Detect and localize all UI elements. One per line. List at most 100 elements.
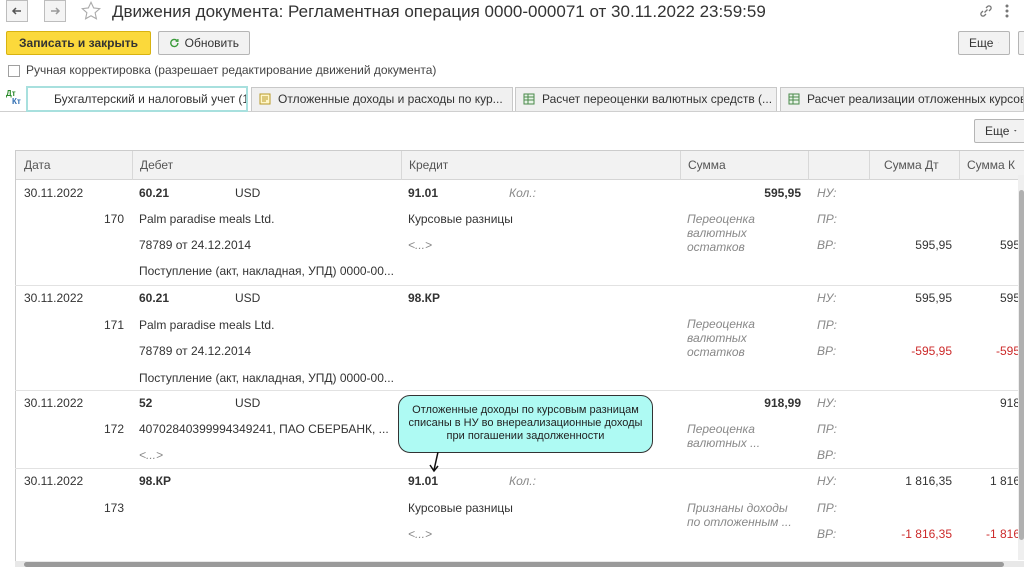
pr-label: ПР:	[817, 212, 837, 226]
debit-currency: USD	[235, 396, 261, 410]
favorite-star-button[interactable]	[80, 0, 104, 24]
vertical-scroll-thumb[interactable]	[1019, 190, 1024, 540]
row-content: Переоценка валютных остатков	[687, 317, 755, 359]
row-number: 173	[104, 501, 125, 515]
refresh-button[interactable]: Обновить	[158, 31, 250, 55]
credit-account: 91.01	[408, 474, 439, 488]
back-button[interactable]	[6, 0, 28, 22]
row-number: 172	[104, 422, 125, 436]
manual-correction-checkbox[interactable]	[8, 65, 20, 77]
credit-account: 91.01	[408, 186, 439, 200]
credit-subconto-1: Курсовые разницы	[408, 212, 513, 226]
callout-text: Отложенные доходы по курсовым разницам с…	[408, 404, 643, 442]
arrow-left-icon	[11, 7, 21, 15]
nu-label: НУ:	[817, 474, 837, 488]
debit-subconto-1: Palm paradise meals Ltd.	[139, 318, 275, 332]
row-divider	[15, 390, 1024, 391]
register-icon	[259, 93, 271, 105]
table-header: Дата Дебет Кредит Сумма Сумма Дт Сумма К	[16, 151, 1024, 180]
nu-label: НУ:	[817, 396, 837, 410]
tab-realization[interactable]: Расчет реализации отложенных курсов...	[780, 87, 1024, 111]
column-sum-kt[interactable]: Сумма К	[967, 151, 1015, 180]
table-more-label: Еще	[985, 124, 1010, 138]
credit-qty-label: Кол.:	[509, 474, 536, 488]
row-date: 30.11.2022	[24, 291, 84, 305]
arrow-right-icon	[51, 7, 61, 15]
horizontal-scroll-thumb[interactable]	[24, 562, 1004, 567]
star-icon	[81, 0, 101, 20]
debit-currency: USD	[235, 186, 261, 200]
row-content: Признаны доходы по отложенным ...	[687, 501, 792, 529]
tab-accounting-label: Бухгалтерский и налоговый учет (173)	[54, 92, 248, 106]
callout-pointer-icon	[429, 452, 439, 473]
credit-subconto-1: Курсовые разницы	[408, 501, 513, 515]
table-more-button[interactable]: Еще	[974, 119, 1024, 143]
row-divider	[15, 285, 1024, 286]
nu-sum-kt: 1 816	[990, 474, 1021, 488]
refresh-icon	[170, 38, 179, 48]
debit-account: 98.КР	[139, 474, 172, 488]
more-button[interactable]: Еще	[958, 31, 1010, 55]
row-number: 170	[104, 212, 125, 226]
dots-vertical-icon	[1005, 4, 1009, 18]
nu-label: НУ:	[817, 291, 837, 305]
debit-subconto-2: <...>	[139, 448, 164, 462]
tab-deferred-income-label: Отложенные доходы и расходы по кур...	[278, 92, 503, 106]
save-and-close-button[interactable]: Записать и закрыть	[6, 31, 151, 55]
credit-qty-label: Кол.:	[509, 186, 536, 200]
column-credit[interactable]: Кредит	[409, 151, 448, 180]
dt-kt-icon: Дт Кт	[6, 89, 21, 106]
credit-subconto-2: <...>	[408, 238, 433, 252]
row-divider	[15, 468, 1024, 469]
vr-sum-kt: -1 816	[986, 527, 1021, 541]
caret-down-icon	[1014, 130, 1017, 132]
column-sum-dt[interactable]: Сумма Дт	[884, 151, 939, 180]
table-icon	[788, 93, 800, 105]
row-date: 30.11.2022	[24, 186, 84, 200]
more-vertical-button[interactable]	[1004, 3, 1018, 21]
column-debit[interactable]: Дебет	[140, 151, 173, 180]
debit-subconto-1: Palm paradise meals Ltd.	[139, 212, 275, 226]
tab-revaluation-label: Расчет переоценки валютных средств (...	[542, 92, 773, 106]
debit-subconto-1: 40702840399994349241, ПАО СБЕРБАНК, ...	[139, 422, 389, 436]
vr-label: ВР:	[817, 448, 837, 462]
row-content: Переоценка валютных ...	[687, 422, 761, 450]
nu-sum-dt: 595,95	[915, 291, 952, 305]
debit-subconto-2: 78789 от 24.12.2014	[139, 238, 252, 252]
vr-sum-dt: -595,95	[911, 344, 952, 358]
debit-account: 60.21	[139, 186, 170, 200]
nu-label: НУ:	[817, 186, 837, 200]
credit-subconto-2: <...>	[408, 527, 433, 541]
tab-deferred-income[interactable]: Отложенные доходы и расходы по кур...	[251, 87, 513, 111]
column-sum[interactable]: Сумма	[688, 151, 726, 180]
vr-sum-kt: -595	[996, 344, 1021, 358]
manual-correction-label: Ручная корректировка (разрешает редактир…	[26, 63, 437, 77]
vr-label: ВР:	[817, 527, 837, 541]
caret-down-icon	[998, 42, 999, 44]
more-label: Еще	[969, 36, 994, 50]
debit-subconto-2: 78789 от 24.12.2014	[139, 344, 252, 358]
link-button[interactable]	[978, 3, 996, 21]
pr-label: ПР:	[817, 422, 837, 436]
extra-button[interactable]	[1018, 31, 1024, 55]
debit-subconto-3: Поступление (акт, накладная, УПД) 0000-0…	[139, 264, 394, 278]
tab-accounting[interactable]: Бухгалтерский и налоговый учет (173)	[26, 86, 248, 112]
vr-label: ВР:	[817, 238, 837, 252]
debit-account: 60.21	[139, 291, 170, 305]
column-date[interactable]: Дата	[24, 151, 51, 180]
tab-realization-label: Расчет реализации отложенных курсов...	[807, 92, 1024, 106]
tab-revaluation[interactable]: Расчет переоценки валютных средств (...	[515, 87, 777, 111]
debit-account: 52	[139, 396, 153, 410]
debit-currency: USD	[235, 291, 261, 305]
page-title: Движения документа: Регламентная операци…	[112, 2, 766, 21]
table-icon	[523, 93, 535, 105]
row-sum: 595,95	[764, 186, 801, 200]
pr-label: ПР:	[817, 501, 837, 515]
row-content: Переоценка валютных остатков	[687, 212, 755, 254]
vr-sum-dt: 595,95	[915, 238, 952, 252]
credit-account: 98.КР	[408, 291, 441, 305]
row-number: 171	[104, 318, 125, 332]
forward-button[interactable]	[44, 0, 66, 22]
link-icon	[980, 5, 992, 17]
pr-label: ПР:	[817, 318, 837, 332]
